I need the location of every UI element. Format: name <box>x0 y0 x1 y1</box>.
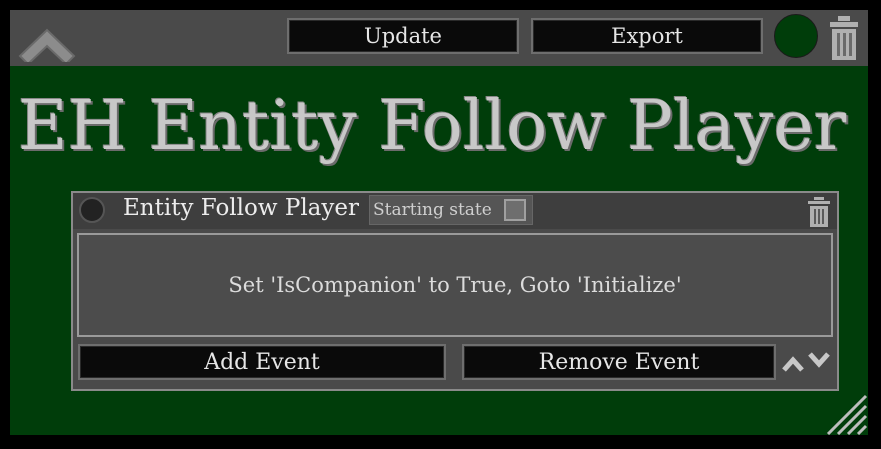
starting-state-checkbox[interactable] <box>504 199 526 221</box>
export-button[interactable]: Export <box>531 18 763 54</box>
state-name: Entity Follow Player <box>123 195 359 221</box>
remove-event-button[interactable]: Remove Event <box>462 344 776 380</box>
state-machine-panel: Update Export EH Entity Follow Player En… <box>10 10 868 435</box>
chevron-up-icon[interactable] <box>16 20 78 62</box>
starting-state-field: Starting state <box>369 195 533 225</box>
resize-handle-icon[interactable] <box>820 390 868 435</box>
update-button[interactable]: Update <box>287 18 519 54</box>
trash-icon[interactable] <box>806 197 832 227</box>
state-card-header: Entity Follow Player Starting state <box>73 193 837 229</box>
trash-icon[interactable] <box>828 14 860 62</box>
state-card: Entity Follow Player Starting state Set … <box>71 191 839 391</box>
add-event-button[interactable]: Add Event <box>78 344 446 380</box>
event-item[interactable]: Set 'IsCompanion' to True, Goto 'Initial… <box>77 233 833 337</box>
move-arrows-icon[interactable] <box>781 348 833 376</box>
page-title: EH Entity Follow Player <box>18 87 847 166</box>
chevron-up-icon <box>782 356 804 372</box>
toolbar: Update Export <box>10 10 868 66</box>
state-radio[interactable] <box>79 197 105 223</box>
starting-state-label: Starting state <box>373 200 492 220</box>
status-indicator[interactable] <box>774 14 818 58</box>
chevron-down-icon <box>808 352 830 368</box>
